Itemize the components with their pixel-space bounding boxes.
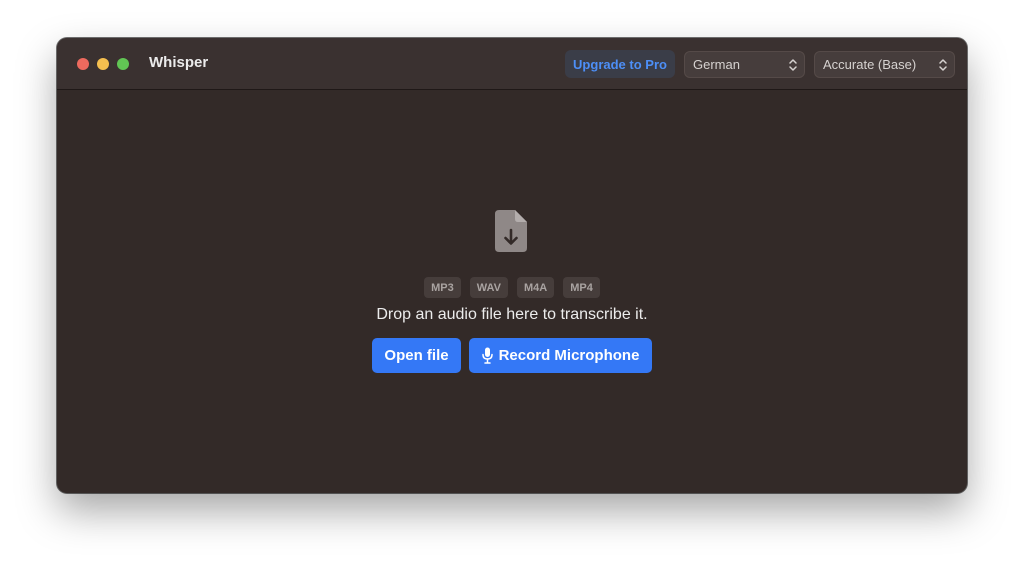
chevron-up-down-icon: [789, 59, 797, 71]
language-select[interactable]: German: [684, 51, 805, 78]
file-download-icon: [495, 210, 527, 252]
action-buttons: Open file Record Microphone: [57, 338, 967, 373]
supported-formats: MP3 WAV M4A MP4: [57, 277, 967, 298]
microphone-icon: [481, 347, 493, 364]
close-window-button[interactable]: [77, 58, 89, 70]
format-tag: MP3: [424, 277, 461, 298]
format-tag: M4A: [517, 277, 555, 298]
app-title: Whisper: [149, 54, 209, 71]
app-window: Whisper Upgrade to Pro German Accurate (…: [57, 38, 967, 493]
model-select-value: Accurate (Base): [823, 57, 917, 72]
maximize-window-button[interactable]: [117, 58, 129, 70]
model-select[interactable]: Accurate (Base): [814, 51, 955, 78]
record-microphone-button[interactable]: Record Microphone: [469, 338, 652, 373]
language-select-value: German: [693, 57, 740, 72]
drop-zone[interactable]: MP3 WAV M4A MP4 Drop an audio file here …: [57, 90, 967, 493]
minimize-window-button[interactable]: [97, 58, 109, 70]
title-bar: Whisper Upgrade to Pro German Accurate (…: [57, 38, 967, 90]
format-tag: WAV: [469, 277, 508, 298]
upgrade-to-pro-button[interactable]: Upgrade to Pro: [565, 50, 675, 78]
format-tag: MP4: [563, 277, 600, 298]
chevron-up-down-icon: [939, 59, 947, 71]
open-file-button[interactable]: Open file: [372, 338, 461, 373]
record-microphone-label: Record Microphone: [498, 347, 640, 364]
drop-instruction: Drop an audio file here to transcribe it…: [376, 306, 648, 323]
